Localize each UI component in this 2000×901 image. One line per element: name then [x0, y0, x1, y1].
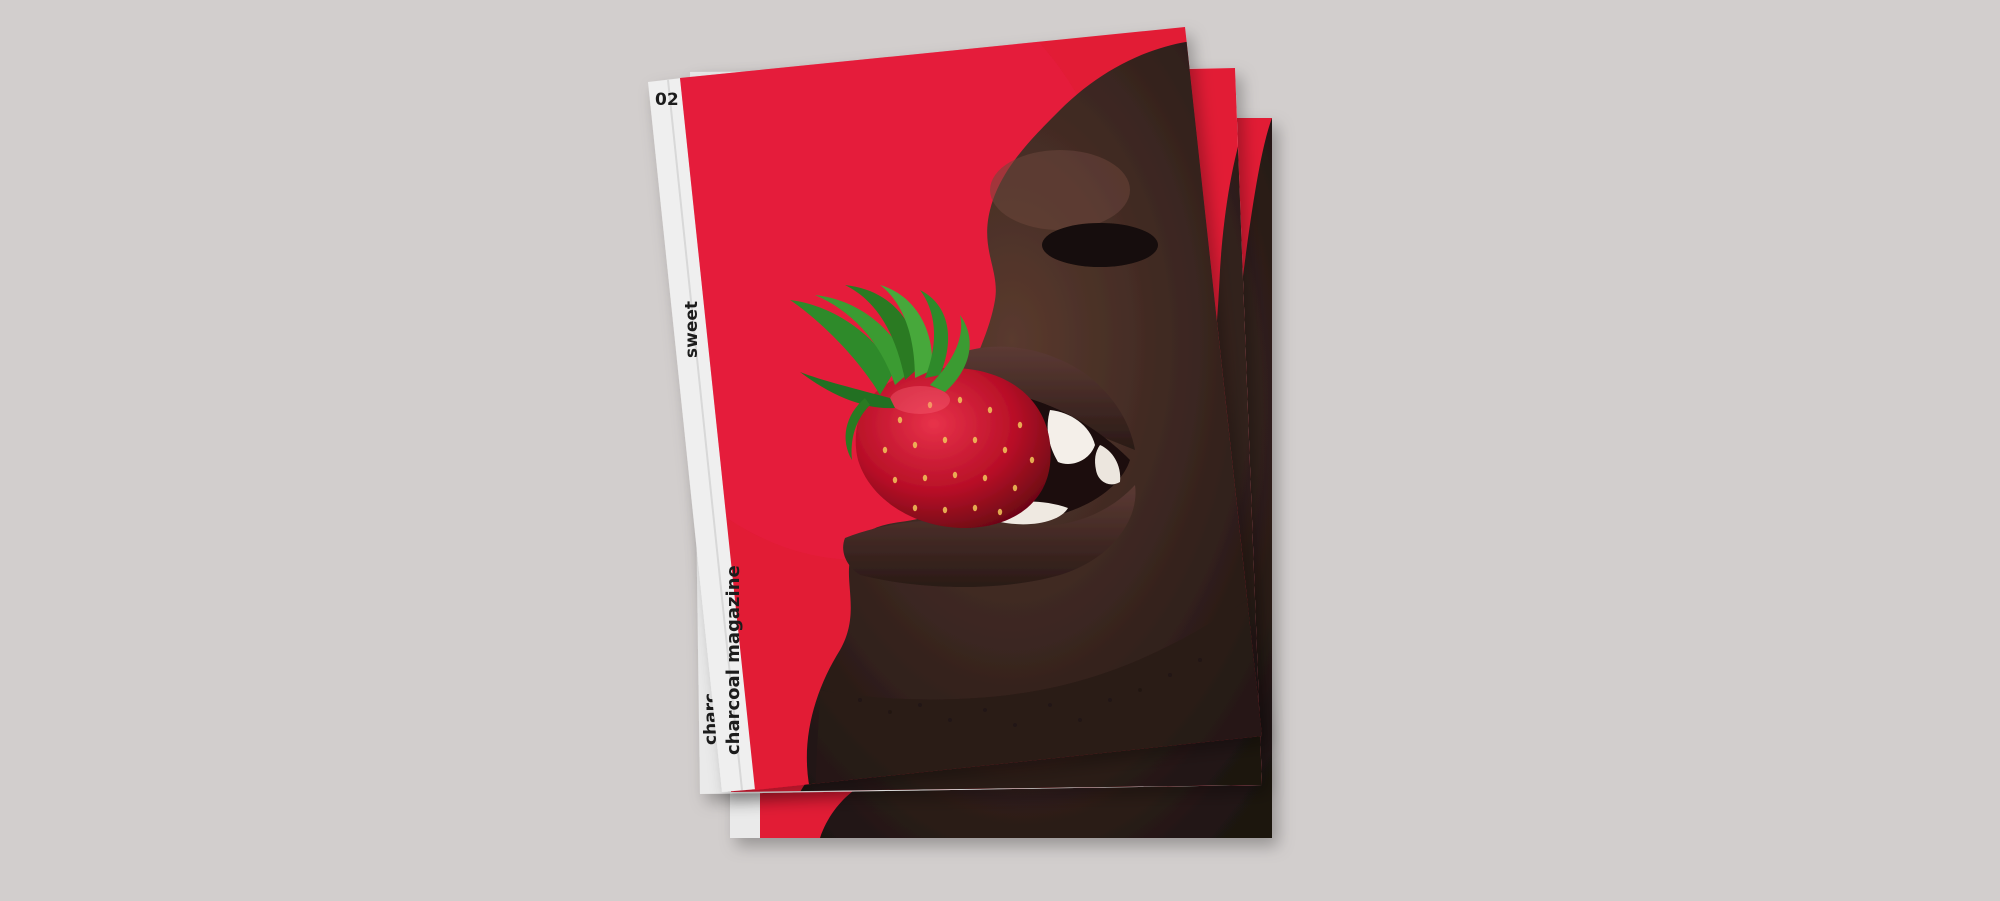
issue-number: 02: [655, 90, 679, 110]
spine-brand-name: charcoal magazine: [723, 565, 744, 755]
magazine-mockup-scene: charc 02 sweet charcoal magazine: [0, 0, 2000, 901]
issue-title: sweet: [682, 301, 702, 358]
magazine-stack-illustration: charc 02 sweet charcoal magazine: [648, 27, 1272, 838]
